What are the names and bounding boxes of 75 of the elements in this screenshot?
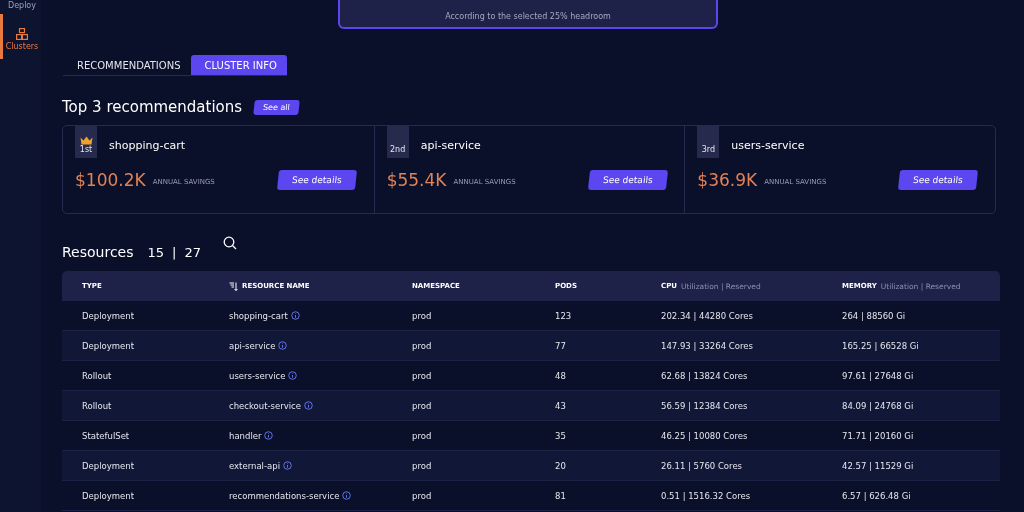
table-cell-text: prod bbox=[412, 340, 433, 351]
table-cell-text: Rollout bbox=[82, 400, 113, 411]
tab[interactable]: CLUSTER INFO bbox=[190, 55, 287, 75]
count-separator: | bbox=[172, 245, 177, 260]
see-details-button[interactable]: See details bbox=[276, 170, 357, 190]
info-icon[interactable] bbox=[264, 431, 274, 440]
rank-badge: 3rd bbox=[697, 126, 720, 158]
section-title: Top 3 recommendations bbox=[62, 98, 243, 116]
table-cell-text: 123 bbox=[555, 310, 573, 321]
savings-amount: $36.9K bbox=[697, 170, 758, 190]
table-cell-text: 165.25 | 66528 Gi bbox=[842, 340, 920, 351]
table-cell: users-service bbox=[229, 370, 286, 381]
table-cell: external-api bbox=[229, 460, 280, 471]
info-icon[interactable] bbox=[283, 461, 292, 470]
see-details-button[interactable]: See details bbox=[587, 170, 668, 190]
search-icon[interactable] bbox=[223, 236, 237, 250]
see-all-button[interactable]: See all bbox=[253, 99, 300, 115]
table-cell-text: prod bbox=[412, 430, 433, 441]
table-cell-text: 81 bbox=[555, 490, 567, 501]
table-cell-text: 0.51 | 1516.32 Cores bbox=[661, 490, 752, 501]
table-cell-text: prod bbox=[412, 490, 433, 501]
table-cell-text: Rollout bbox=[82, 370, 113, 381]
table-cell-text: prod bbox=[412, 370, 433, 381]
table-cell-text: 147.93 | 33264 Cores bbox=[661, 340, 754, 351]
resources-title: Resources bbox=[62, 244, 134, 260]
rank-badge: 2nd bbox=[386, 126, 409, 158]
info-icon[interactable] bbox=[278, 341, 288, 350]
table-cell: checkout-service bbox=[229, 400, 302, 411]
savings-amount: $100.2K bbox=[75, 170, 146, 190]
table-cell-text: prod bbox=[412, 310, 433, 321]
savings-amount: $55.4K bbox=[386, 170, 447, 190]
table-cell-text: prod bbox=[412, 400, 433, 411]
sidebar-item[interactable]: Clusters bbox=[0, 14, 41, 59]
table-cell: shopping-cart bbox=[229, 310, 288, 321]
recommendation-name: api-service bbox=[420, 139, 481, 152]
shown-count: 15 bbox=[147, 245, 165, 260]
see-details-button[interactable]: See details bbox=[898, 170, 979, 190]
table-cell-text: 42.57 | 11529 Gi bbox=[842, 460, 915, 471]
info-icon[interactable] bbox=[290, 311, 300, 320]
sort-icon[interactable] bbox=[229, 281, 238, 291]
table-cell: handler bbox=[229, 430, 262, 441]
tab[interactable]: RECOMMENDATIONS bbox=[63, 55, 191, 75]
table-cell-text: 56.59 | 12384 Cores bbox=[661, 400, 749, 411]
table-cell-text: Deployment bbox=[82, 460, 135, 471]
table-cell-text: prod bbox=[412, 460, 433, 471]
cluster-icon bbox=[16, 28, 28, 40]
total-count: 27 bbox=[184, 245, 201, 260]
table-cell-text: 48 bbox=[555, 370, 567, 381]
recommendation-name: shopping-cart bbox=[109, 139, 185, 152]
table-cell: recommendations-service bbox=[229, 490, 340, 501]
headroom-note: According to the selected 25% headroom bbox=[445, 12, 611, 21]
info-icon[interactable] bbox=[342, 491, 352, 500]
table-cell-text: 26.11 | 5760 Cores bbox=[661, 460, 744, 471]
rank-badge: 1st bbox=[75, 126, 97, 158]
table-cell-text: 97.61 | 27648 Gi bbox=[842, 370, 915, 381]
table-cell-text: 84.09 | 24768 Gi bbox=[842, 400, 915, 411]
table-cell-text: 77 bbox=[555, 340, 567, 351]
table-cell-text: 43 bbox=[555, 400, 567, 411]
table-cell-text: 202.34 | 44280 Cores bbox=[661, 310, 754, 321]
table-cell-text: 20 bbox=[555, 460, 567, 471]
recommendation-name: users-service bbox=[731, 139, 805, 152]
table-cell-text: 6.57 | 626.48 Gi bbox=[842, 490, 912, 501]
table-cell: api-service bbox=[229, 340, 276, 351]
table-cell-text: Deployment bbox=[82, 490, 135, 501]
info-icon[interactable] bbox=[304, 401, 314, 410]
table-cell-text: 46.25 | 10080 Cores bbox=[661, 430, 749, 441]
table-cell-text: StatefulSet bbox=[82, 430, 131, 441]
info-icon[interactable] bbox=[288, 371, 298, 380]
sidebar-item[interactable]: Deploy bbox=[0, 1, 41, 14]
table-cell-text: 62.68 | 13824 Cores bbox=[661, 370, 749, 381]
table-cell-text: 35 bbox=[555, 430, 567, 441]
table-cell-text: 71.71 | 20160 Gi bbox=[842, 430, 915, 441]
table-cell-text: Deployment bbox=[82, 310, 135, 321]
table-cell-text: Deployment bbox=[82, 340, 135, 351]
table-cell-text: 264 | 88560 Gi bbox=[842, 310, 907, 321]
